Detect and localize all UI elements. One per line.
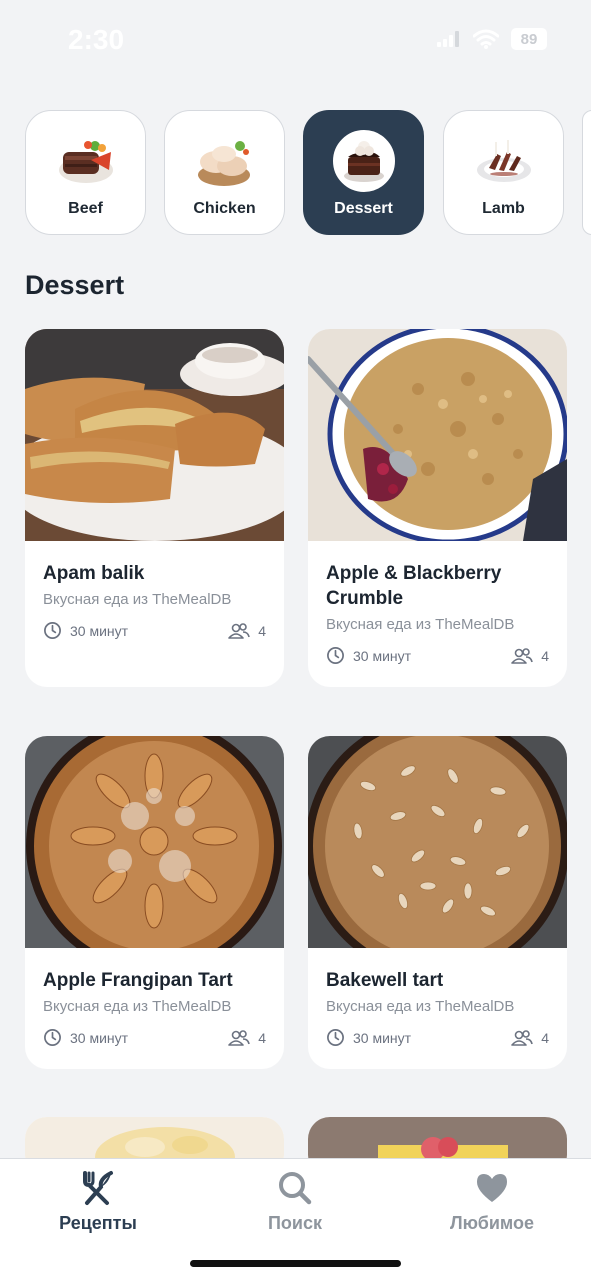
recipe-meta: 30 минут 4	[43, 621, 266, 640]
recipe-title: Apple & Blackberry Crumble	[326, 563, 502, 609]
recipe-servings: 4	[511, 647, 549, 665]
recipe-title: Apple Frangipan Tart	[43, 970, 233, 991]
signal-icon	[437, 31, 459, 47]
status-time: 2:30	[68, 24, 125, 55]
recipe-meta: 30 минут 4	[326, 1028, 549, 1047]
category-lamb[interactable]: Lamb	[443, 110, 564, 235]
recipe-servings-label: 4	[258, 622, 266, 639]
recipe-time: 30 минут	[326, 1028, 411, 1047]
page-title: Dessert	[25, 270, 125, 300]
tab-favorites[interactable]: Любимое	[412, 1169, 572, 1234]
recipe-card[interactable]: Apple & Blackberry Crumble Вкусная еда и…	[308, 329, 567, 687]
people-icon	[228, 622, 250, 639]
recipe-subtitle: Вкусная еда из TheMealDB	[43, 998, 232, 1015]
recipe-time: 30 минут	[43, 1028, 128, 1047]
recipe-time-label: 30 минут	[353, 1029, 412, 1046]
recipe-servings-label: 4	[541, 647, 549, 664]
recipe-image	[308, 736, 567, 948]
utensils-icon	[83, 1171, 113, 1205]
clock-icon	[327, 1029, 344, 1046]
recipe-time: 30 минут	[326, 646, 411, 665]
wifi-icon	[473, 29, 499, 49]
people-icon	[228, 1029, 250, 1046]
category-label: Chicken	[193, 200, 256, 217]
clock-icon	[44, 1029, 61, 1046]
category-label: Lamb	[482, 200, 525, 217]
recipe-servings: 4	[511, 1029, 549, 1047]
search-icon	[279, 1172, 312, 1205]
battery-icon: 89	[511, 28, 547, 50]
recipe-time: 30 минут	[43, 621, 128, 640]
recipe-image	[25, 736, 284, 948]
people-icon	[511, 1029, 533, 1046]
recipe-servings: 4	[228, 1029, 266, 1047]
chicken-icon	[193, 130, 256, 192]
recipe-subtitle: Вкусная еда из TheMealDB	[43, 591, 232, 608]
recipe-card[interactable]: Apam balik Вкусная еда из TheMealDB 30 м…	[25, 329, 284, 687]
category-beef[interactable]: Beef	[25, 110, 146, 235]
lamb-icon	[472, 130, 535, 192]
recipe-servings-label: 4	[258, 1029, 266, 1046]
tab-search[interactable]: Поиск	[215, 1169, 375, 1234]
recipe-meta: 30 минут 4	[326, 646, 549, 665]
recipe-title: Bakewell tart	[326, 970, 444, 991]
dessert-icon	[332, 130, 395, 192]
home-indicator	[190, 1260, 401, 1267]
clock-icon	[327, 647, 344, 664]
category-label: Beef	[68, 200, 103, 217]
recipe-card[interactable]: Bakewell tart Вкусная еда из TheMealDB 3…	[308, 736, 567, 1069]
recipe-subtitle: Вкусная еда из TheMealDB	[326, 998, 515, 1015]
category-next-partial[interactable]	[582, 110, 591, 235]
recipe-card[interactable]: Apple Frangipan Tart Вкусная еда из TheM…	[25, 736, 284, 1069]
recipe-time-label: 30 минут	[353, 647, 412, 664]
recipe-time-label: 30 минут	[70, 622, 129, 639]
recipe-image	[308, 329, 567, 541]
recipe-title: Apam balik	[43, 563, 145, 584]
tab-label: Любимое	[449, 1213, 535, 1233]
recipe-servings-label: 4	[541, 1029, 549, 1046]
clock-icon	[44, 622, 61, 639]
recipe-image	[25, 329, 284, 541]
beef-icon	[54, 130, 117, 192]
recipe-meta: 30 минут 4	[43, 1028, 266, 1047]
heart-icon	[477, 1174, 507, 1202]
recipe-subtitle: Вкусная еда из TheMealDB	[326, 616, 515, 633]
tab-label: Поиск	[267, 1213, 323, 1233]
recipe-servings: 4	[228, 622, 266, 640]
status-icons: 89	[437, 28, 547, 50]
people-icon	[511, 647, 533, 664]
category-label: Dessert	[334, 200, 393, 217]
recipe-time-label: 30 минут	[70, 1029, 129, 1046]
tab-label: Рецепты	[59, 1213, 137, 1233]
status-bar: 2:30 89	[0, 0, 591, 80]
category-dessert[interactable]: Dessert	[303, 110, 424, 235]
tab-recipes[interactable]: Рецепты	[18, 1169, 178, 1234]
category-chicken[interactable]: Chicken	[164, 110, 285, 235]
category-strip: Beef Chicken Dessert Lamb	[0, 110, 591, 236]
